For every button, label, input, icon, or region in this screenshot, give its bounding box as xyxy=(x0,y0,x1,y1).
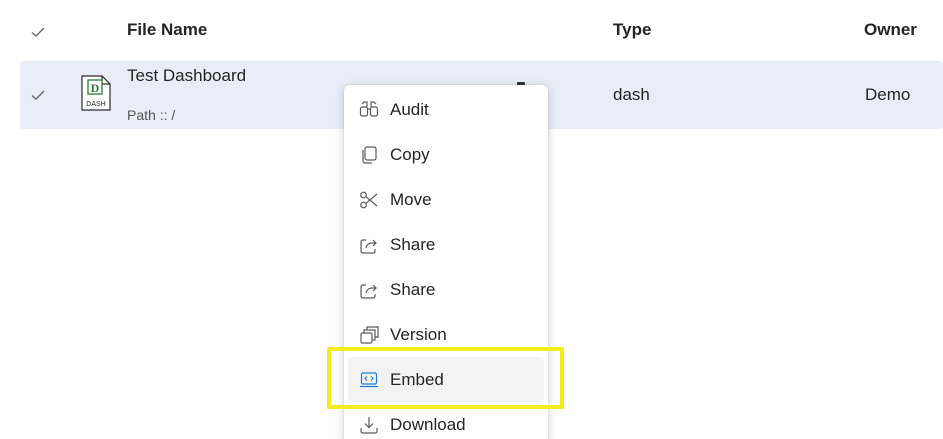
menu-item-audit[interactable]: Audit xyxy=(344,87,548,132)
menu-item-label: Move xyxy=(390,190,432,209)
menu-item-label: Copy xyxy=(390,145,430,164)
file-name[interactable]: Test Dashboard xyxy=(127,66,246,86)
menu-item-embed[interactable]: Embed xyxy=(348,357,544,402)
share-icon xyxy=(360,239,377,254)
table-header: File Name Type Owner xyxy=(0,0,943,60)
menu-item-label: Download xyxy=(390,415,466,434)
file-path: Path :: / xyxy=(127,107,176,123)
copy-icon xyxy=(362,146,377,164)
file-icon-letter: D xyxy=(91,81,100,95)
file-owner: Demo xyxy=(865,85,911,104)
menu-item-move[interactable]: Move xyxy=(344,177,548,222)
context-menu: Audit Copy Move Share Share Version Embe… xyxy=(344,85,548,439)
download-icon xyxy=(360,417,378,434)
menu-item-share[interactable]: Share xyxy=(344,222,548,267)
dashboard-file-icon: D DASH xyxy=(81,75,111,111)
binoculars-icon xyxy=(359,101,379,117)
menu-item-version[interactable]: Version xyxy=(344,312,548,357)
row-checkmark-icon[interactable] xyxy=(30,87,46,103)
scissors-icon xyxy=(360,191,378,209)
select-all-checkmark-icon[interactable] xyxy=(30,24,46,40)
column-header-owner[interactable]: Owner xyxy=(864,20,917,40)
menu-item-copy[interactable]: Copy xyxy=(344,132,548,177)
version-icon xyxy=(360,326,379,344)
file-icon-caption: DASH xyxy=(86,101,105,108)
embed-icon xyxy=(360,372,378,388)
file-browser: File Name Type Owner D DASH Test Dashboa… xyxy=(0,0,943,439)
menu-item-download[interactable]: Download xyxy=(344,402,548,439)
share-icon xyxy=(360,284,377,299)
menu-item-label: Audit xyxy=(390,100,429,119)
menu-item-label: Share xyxy=(390,235,436,254)
menu-item-share-2[interactable]: Share xyxy=(344,267,548,312)
file-type: dash xyxy=(613,85,650,104)
column-header-type[interactable]: Type xyxy=(613,20,651,40)
menu-item-label: Version xyxy=(390,325,447,344)
menu-item-label: Share xyxy=(390,280,436,299)
column-header-file-name[interactable]: File Name xyxy=(127,20,207,40)
menu-item-label: Embed xyxy=(390,370,444,389)
